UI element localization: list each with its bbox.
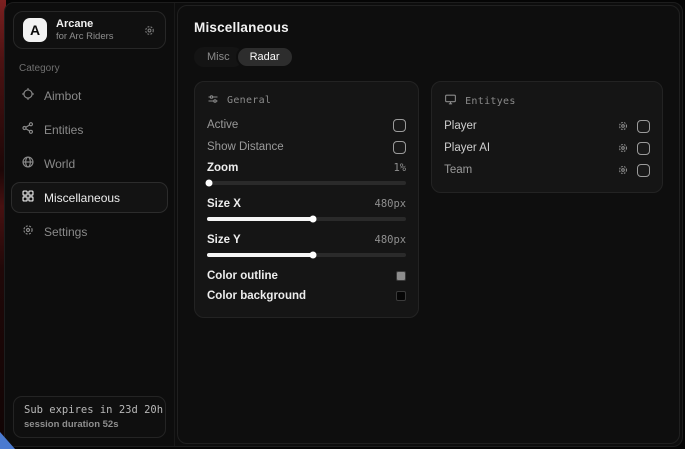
entities-panel: Entityes Player Player AI [431,81,663,193]
page-title: Miscellaneous [194,20,663,35]
size-x-slider-handle[interactable] [309,216,316,223]
entity-label: Player [444,120,477,132]
setting-label: Zoom [207,162,238,174]
sidebar: A Arcane for Arc Riders Category Aimbot [5,3,175,446]
general-panel: General Active Show Distance Zoom 1% [194,81,419,318]
sub-expiry-text: Sub expires in 23d 20h [24,404,155,416]
app-subtitle: for Arc Riders [56,31,114,42]
size-y-value: 480px [375,234,407,246]
gear-icon[interactable] [617,142,629,154]
entities-panel-header: Entityes [444,90,650,115]
gear-icon[interactable] [143,24,156,37]
entity-row-player: Player [444,115,650,137]
general-panel-header: General [207,90,406,114]
sidebar-item-miscellaneous[interactable]: Miscellaneous [11,182,168,213]
team-checkbox[interactable] [637,164,650,177]
monitor-icon [444,93,457,109]
sidebar-item-label: Settings [44,225,87,239]
logo-card: A Arcane for Arc Riders [13,11,166,49]
player-checkbox[interactable] [637,120,650,133]
cursor-pointer [0,432,15,449]
color-background-swatch[interactable] [396,291,406,301]
app-logo: A [23,18,47,42]
setting-label: Color outline [207,270,278,282]
globe-icon [21,155,35,172]
sidebar-item-label: Entities [44,123,83,137]
category-label: Category [19,63,160,74]
tab-bar: Misc Radar [194,46,663,68]
sliders-icon [207,93,219,108]
logo-text-block: Arcane for Arc Riders [56,18,114,42]
setting-label: Active [207,119,238,131]
app-window: A Arcane for Arc Riders Category Aimbot [4,2,683,447]
session-duration-text: session duration 52s [24,419,155,430]
grid-icon [21,189,35,206]
zoom-slider[interactable] [207,181,406,185]
sidebar-item-label: Aimbot [44,89,81,103]
gear-icon[interactable] [617,164,629,176]
active-checkbox[interactable] [393,119,406,132]
entity-row-player-ai: Player AI [444,137,650,159]
setting-row-size-x: Size X 480px [207,194,406,214]
crosshair-icon [21,87,35,104]
app-title: Arcane [56,18,114,30]
sidebar-item-settings[interactable]: Settings [11,216,168,247]
setting-label: Color background [207,290,306,302]
setting-label: Show Distance [207,141,284,153]
slider-fill [207,253,313,257]
sidebar-nav: Aimbot Entities World [11,77,168,247]
setting-label: Size X [207,198,241,210]
gear-icon[interactable] [617,120,629,132]
sidebar-item-aimbot[interactable]: Aimbot [11,80,168,111]
zoom-value: 1% [393,162,406,174]
sidebar-item-label: World [44,157,75,171]
setting-row-active: Active [207,114,406,136]
sidebar-spacer [5,247,174,388]
entity-label: Player AI [444,142,490,154]
tab-radar[interactable]: Radar [236,46,294,68]
sidebar-item-entities[interactable]: Entities [11,114,168,145]
setting-label: Size Y [207,234,241,246]
panels-row: General Active Show Distance Zoom 1% [194,81,663,318]
show-distance-checkbox[interactable] [393,141,406,154]
share-nodes-icon [21,121,35,138]
entities-panel-title: Entityes [465,96,516,107]
player-ai-checkbox[interactable] [637,142,650,155]
size-x-slider[interactable] [207,217,406,221]
entity-controls [617,142,650,155]
setting-row-size-y: Size Y 480px [207,230,406,250]
setting-row-zoom: Zoom 1% [207,158,406,178]
sidebar-item-label: Miscellaneous [44,191,120,205]
size-y-slider[interactable] [207,253,406,257]
setting-row-color-outline: Color outline [207,266,406,286]
subscription-card: Sub expires in 23d 20h session duration … [13,396,166,438]
setting-row-color-background: Color background [207,286,406,306]
general-panel-title: General [227,95,271,106]
entity-label: Team [444,164,472,176]
size-x-value: 480px [375,198,407,210]
sidebar-item-world[interactable]: World [11,148,168,179]
main-content: Miscellaneous Misc Radar General Active [177,5,680,444]
slider-fill [207,217,313,221]
entity-row-team: Team [444,159,650,181]
size-y-slider-handle[interactable] [309,252,316,259]
entity-controls [617,120,650,133]
entity-controls [617,164,650,177]
zoom-slider-handle[interactable] [205,180,212,187]
setting-row-show-distance: Show Distance [207,136,406,158]
gear-icon [21,223,35,240]
color-outline-swatch[interactable] [396,271,406,281]
